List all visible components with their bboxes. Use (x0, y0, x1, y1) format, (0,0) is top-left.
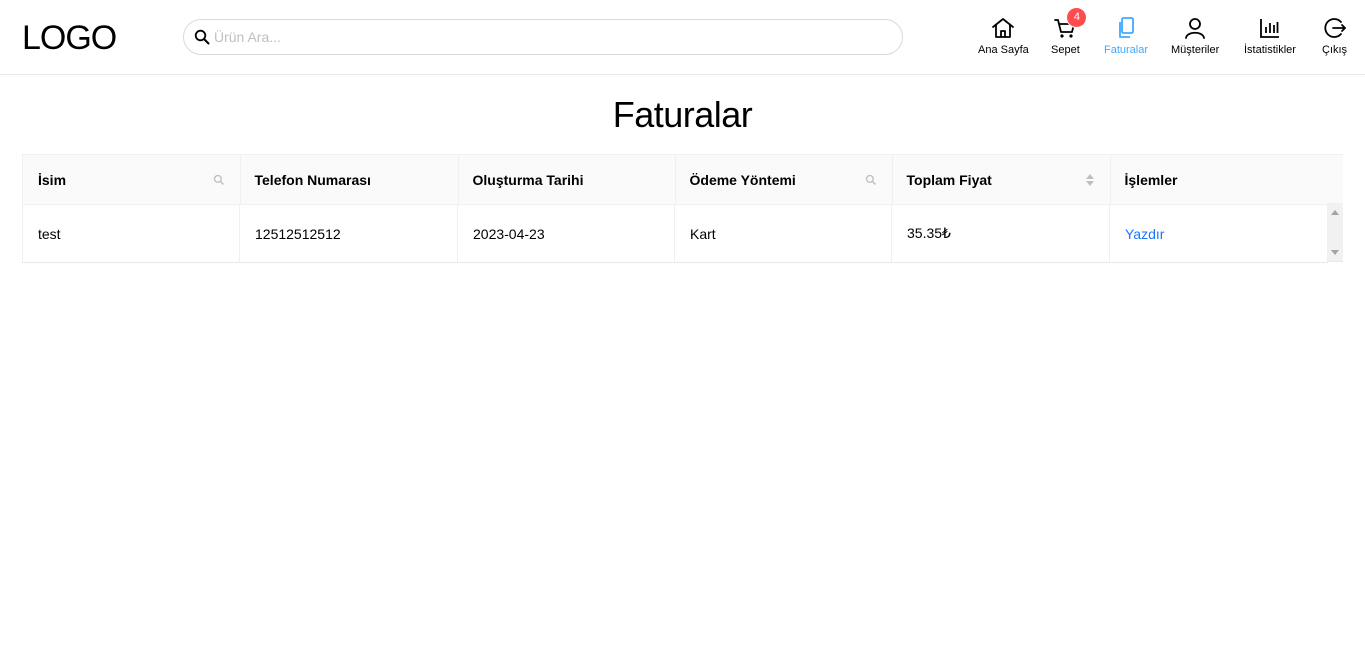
top-header: LOGO Ana Sayfa (0, 0, 1365, 75)
nav-item-logout[interactable]: Çıkış (1322, 14, 1347, 57)
column-label-phone: Telefon Numarası (254, 171, 371, 188)
column-label-name: İsim (38, 171, 67, 188)
nav-item-statistics[interactable]: İstatistikler (1244, 14, 1296, 57)
nav-label-cart: Sepet (1051, 44, 1080, 56)
scroll-down-arrow-icon[interactable] (1331, 250, 1339, 255)
main-nav: Ana Sayfa 4 Sepet Faturalar Müşteriler İ… (0, 8, 1365, 64)
column-header-date: Oluşturma Tarihi (457, 154, 675, 206)
nav-item-cart[interactable]: 4 Sepet (1051, 8, 1087, 57)
filter-search-icon[interactable] (213, 174, 225, 186)
table-scrollbar[interactable] (1327, 204, 1343, 262)
column-header-payment: Ödeme Yöntemi (674, 154, 892, 206)
cell-name: test (22, 204, 240, 263)
cell-payment: Kart (674, 204, 892, 263)
home-icon (992, 18, 1015, 38)
column-header-name: İsim (22, 154, 240, 205)
column-label-total: Toplam Fiyat (906, 171, 992, 188)
table-row: test 12512512512 2023-04-23 Kart 35.35₺ … (22, 204, 1328, 263)
table-header-row: İsim Telefon Numarası Oluşturma Tarihi Ö… (22, 154, 1328, 206)
logout-icon (1323, 18, 1346, 38)
page-title: Faturalar (612, 94, 753, 135)
nav-item-home[interactable]: Ana Sayfa (978, 14, 1029, 57)
cell-total: 35.35₺ (891, 204, 1110, 263)
nav-label-customers: Müşteriler (1171, 44, 1220, 56)
nav-label-statistics: İstatistikler (1244, 44, 1296, 56)
nav-label-logout: Çıkış (1322, 44, 1348, 56)
nav-label-home: Ana Sayfa (978, 44, 1029, 56)
column-header-phone: Telefon Numarası (239, 154, 458, 206)
column-header-actions: İşlemler (1109, 154, 1328, 206)
print-link[interactable]: Yazdır (1125, 226, 1164, 242)
cell-date: 2023-04-23 (457, 204, 675, 263)
sort-icon[interactable] (1085, 172, 1095, 188)
cart-count-badge: 4 (1067, 8, 1087, 27)
scrollbar-header-gap (1327, 154, 1343, 204)
column-label-actions: İşlemler (1124, 171, 1178, 188)
column-label-payment: Ödeme Yöntemi (689, 171, 796, 188)
scroll-up-arrow-icon[interactable] (1331, 210, 1339, 215)
column-label-date: Oluşturma Tarihi (472, 171, 584, 188)
column-header-total[interactable]: Toplam Fiyat (891, 154, 1110, 206)
filter-search-icon[interactable] (865, 174, 877, 186)
nav-item-customers[interactable]: Müşteriler (1171, 14, 1219, 57)
nav-item-invoices[interactable]: Faturalar (1104, 14, 1148, 57)
nav-label-invoices: Faturalar (1104, 44, 1149, 56)
cell-actions: Yazdır (1109, 204, 1328, 263)
invoices-table: İsim Telefon Numarası Oluşturma Tarihi Ö… (22, 154, 1343, 263)
bar-chart-icon (1260, 19, 1279, 38)
user-icon (1185, 18, 1206, 39)
invoice-icon (1119, 17, 1134, 38)
cell-phone: 12512512512 (239, 204, 458, 263)
